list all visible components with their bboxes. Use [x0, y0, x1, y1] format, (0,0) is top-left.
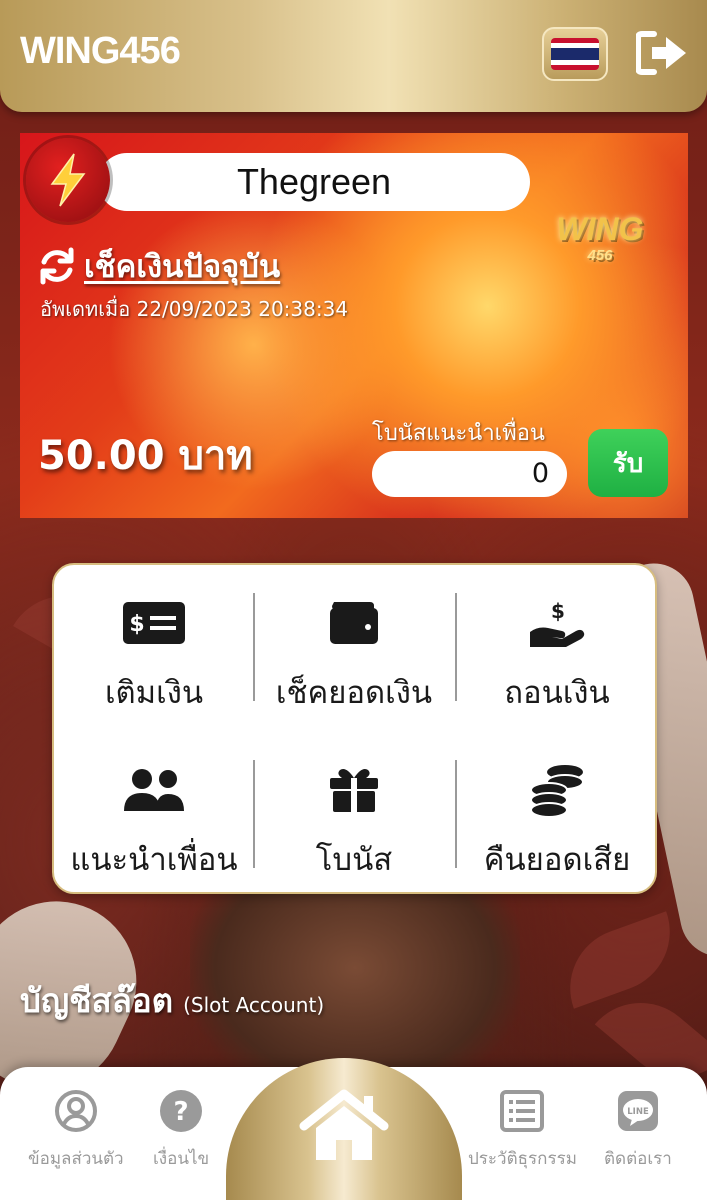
home-icon	[299, 1089, 389, 1160]
svg-text:LINE: LINE	[627, 1107, 649, 1117]
hand-holding-dollar-icon: $	[528, 595, 586, 651]
menu-label: เช็คยอดเงิน	[275, 675, 433, 711]
refresh-icon	[40, 247, 74, 285]
nav-label: ข้อมูลส่วนตัว	[28, 1149, 124, 1169]
thailand-flag-icon	[551, 38, 599, 70]
question-circle-icon: ?	[160, 1090, 203, 1132]
menu-label: ถอนเงิน	[504, 675, 610, 711]
nav-profile[interactable]: ข้อมูลส่วนตัว	[28, 1089, 124, 1172]
language-button[interactable]	[542, 27, 608, 81]
menu-check-balance[interactable]: เช็คยอดเงิน	[254, 565, 454, 725]
wallet-icon	[328, 595, 380, 651]
slot-account-heading: บัญชีสล๊อต (Slot Account)	[20, 981, 325, 1020]
referral-bonus-label: โบนัสแนะนำเพื่อน	[372, 421, 545, 446]
nav-label: เงื่อนไข	[153, 1149, 210, 1169]
quick-menu: $ เติมเงิน เช็คยอดเงิน $ ถอนเงิน แนะนำเพ…	[52, 563, 657, 894]
referral-bonus-value: 0	[372, 451, 567, 497]
svg-text:$: $	[551, 599, 565, 623]
sign-out-icon	[635, 31, 686, 75]
balance-amount: 50.00 บาท	[38, 433, 253, 479]
username-display: Thegreen	[98, 153, 530, 211]
menu-label: แนะนำเพื่อน	[70, 842, 238, 878]
menu-label: เติมเงิน	[104, 675, 204, 711]
money-bill-icon: $	[122, 595, 186, 651]
wing-logo: WING 456	[556, 211, 644, 264]
balance-card: Thegreen WING 456 เช็คเงินปัจจุบัน อัพเด…	[20, 133, 688, 518]
coins-icon	[529, 762, 585, 818]
user-circle-icon	[54, 1090, 97, 1132]
svg-text:?: ?	[174, 1097, 189, 1127]
brand-logo: WING456	[20, 30, 181, 72]
check-balance-link[interactable]: เช็คเงินปัจจุบัน	[38, 241, 280, 291]
list-icon	[500, 1090, 545, 1132]
background-decoration	[553, 911, 687, 1009]
menu-deposit[interactable]: $ เติมเงิน	[54, 565, 254, 725]
gift-icon	[328, 762, 380, 818]
nav-label: ติดต่อเรา	[604, 1149, 672, 1169]
nav-terms[interactable]: ? เงื่อนไข	[153, 1089, 209, 1172]
svg-text:$: $	[129, 612, 144, 637]
menu-refer-friend[interactable]: แนะนำเพื่อน	[54, 732, 254, 892]
menu-cashback[interactable]: คืนยอดเสีย	[457, 732, 657, 892]
menu-withdraw[interactable]: $ ถอนเงิน	[457, 565, 657, 725]
menu-label: โบนัส	[315, 842, 393, 878]
last-updated-text: อัพเดทเมื่อ 22/09/2023 20:38:34	[40, 297, 349, 321]
top-header: WING456	[0, 0, 707, 112]
line-icon: LINE	[617, 1091, 658, 1131]
logout-button[interactable]	[635, 30, 688, 76]
check-balance-label: เช็คเงินปัจจุบัน	[84, 249, 281, 285]
users-icon	[122, 762, 186, 818]
lightning-icon	[26, 138, 110, 222]
nav-contact[interactable]: LINE ติดต่อเรา	[604, 1089, 672, 1172]
claim-bonus-button[interactable]: รับ	[588, 429, 668, 497]
menu-bonus[interactable]: โบนัส	[254, 732, 454, 892]
nav-label: ประวัติธุรกรรม	[468, 1149, 577, 1169]
menu-label: คืนยอดเสีย	[483, 842, 631, 878]
nav-transaction-history[interactable]: ประวัติธุรกรรม	[468, 1089, 577, 1172]
